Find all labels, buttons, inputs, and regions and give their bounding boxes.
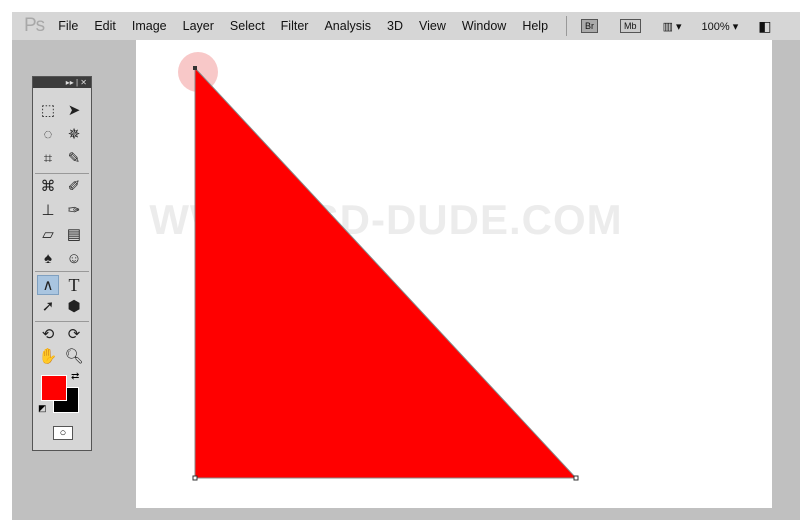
default-colors-icon[interactable]: ◩ bbox=[38, 403, 47, 414]
lasso-tool[interactable]: ◌ bbox=[37, 125, 59, 145]
history-brush-tool[interactable]: ✑ bbox=[63, 201, 85, 221]
marquee-tool[interactable]: ⬚ bbox=[37, 101, 59, 121]
swap-colors-icon[interactable]: ⇄ bbox=[71, 371, 79, 382]
eraser-tool[interactable]: ▱ bbox=[37, 225, 59, 245]
clone-stamp-tool[interactable]: ⊥ bbox=[37, 201, 59, 221]
anchor-point[interactable] bbox=[573, 475, 579, 481]
shape-tool[interactable]: ⬢ bbox=[63, 297, 85, 317]
3d-rotate-tool[interactable]: ⟲ bbox=[37, 325, 59, 345]
crop-tool[interactable]: ⌗ bbox=[37, 149, 59, 169]
type-tool[interactable]: T bbox=[63, 275, 85, 295]
pen-tool[interactable]: ∧ bbox=[37, 275, 59, 295]
blur-tool[interactable]: ♠ bbox=[37, 249, 59, 269]
move-tool[interactable]: ➤ bbox=[63, 101, 85, 121]
shape-layer bbox=[178, 52, 579, 481]
toolbox-panel: ▸▸ | ✕ ⬚ ➤ ◌ ✵ ⌗ ✎ ⌘ ✐ ⊥ ✑ ▱ ▤ ♠ ☺ ∧ T ➚… bbox=[32, 76, 92, 451]
3d-camera-tool[interactable]: ⟳ bbox=[63, 325, 85, 345]
eyedropper-tool[interactable]: ✎ bbox=[63, 149, 85, 169]
anchor-point[interactable] bbox=[193, 66, 197, 70]
dodge-tool[interactable]: ☺ bbox=[63, 249, 85, 269]
red-triangle[interactable] bbox=[194, 66, 578, 479]
healing-brush-tool[interactable]: ⌘ bbox=[37, 177, 59, 197]
divider bbox=[35, 321, 89, 322]
path-selection-tool[interactable]: ➚ bbox=[37, 297, 59, 317]
divider bbox=[35, 271, 89, 272]
gradient-tool[interactable]: ▤ bbox=[63, 225, 85, 245]
anchor-point[interactable] bbox=[192, 475, 198, 481]
zoom-tool[interactable]: 🔍︎ bbox=[63, 347, 85, 367]
hand-tool[interactable]: ✋ bbox=[37, 347, 59, 367]
quick-mask-button[interactable]: ○ bbox=[53, 426, 73, 440]
foreground-color-swatch[interactable] bbox=[41, 375, 67, 401]
divider bbox=[35, 173, 89, 174]
brush-tool[interactable]: ✐ bbox=[63, 177, 85, 197]
magic-wand-tool[interactable]: ✵ bbox=[63, 125, 85, 145]
toolbox-header[interactable]: ▸▸ | ✕ bbox=[33, 77, 91, 88]
